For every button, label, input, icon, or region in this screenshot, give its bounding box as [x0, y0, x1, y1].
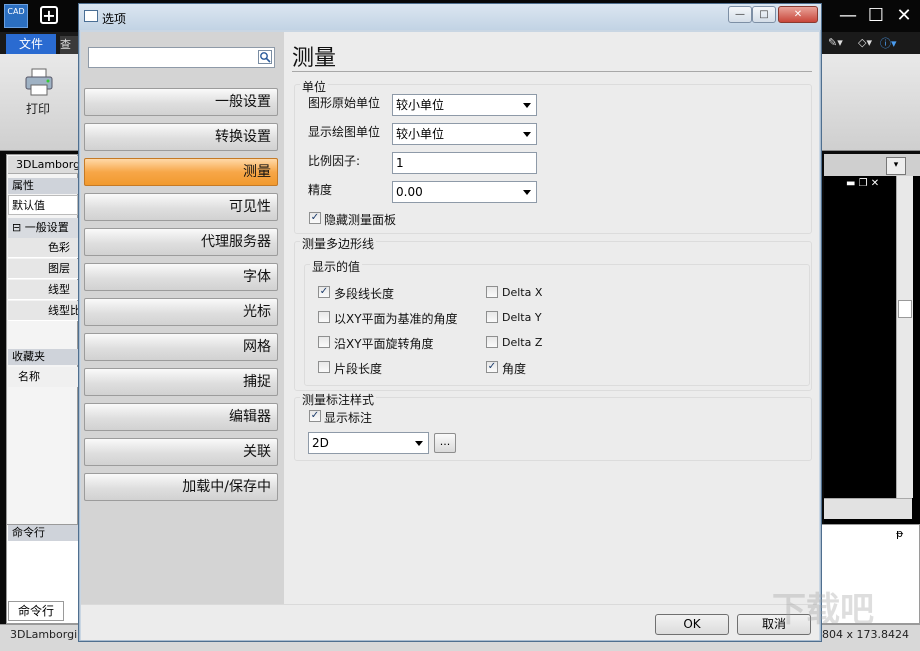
- nav-editor[interactable]: 编辑器: [84, 403, 278, 431]
- property-item[interactable]: 色彩: [8, 238, 78, 258]
- original-unit-label: 图形原始单位: [308, 96, 381, 110]
- help-icon[interactable]: ⓘ▾: [880, 35, 897, 51]
- precision-label: 精度: [308, 183, 333, 197]
- properties-selector[interactable]: 默认值: [8, 195, 78, 215]
- options-search-input[interactable]: [88, 47, 275, 68]
- close-icon[interactable]: ✕: [894, 6, 914, 26]
- annotation-style-browse-button[interactable]: ...: [434, 433, 456, 453]
- xy-rotation-checkbox[interactable]: [318, 336, 330, 348]
- document-tab[interactable]: 3DLamborg: [8, 156, 78, 174]
- original-unit-value: 较小单位: [396, 98, 445, 112]
- delta-x-checkbox[interactable]: [486, 286, 498, 298]
- watermark: 下载吧: [772, 590, 874, 630]
- dialog-window-icon: [84, 10, 98, 22]
- scale-label: 比例因子:: [308, 154, 361, 168]
- delta-y-label: Delta Y: [502, 311, 542, 324]
- arrow-icon[interactable]: ◇▾: [858, 36, 872, 49]
- dialog-title: 选项: [102, 12, 127, 26]
- xy-angle-checkbox[interactable]: [318, 311, 330, 323]
- annotation-style-value: 2D: [312, 436, 329, 450]
- delta-y-checkbox[interactable]: [486, 311, 498, 323]
- segment-length-label: 片段长度: [334, 362, 383, 376]
- display-unit-label: 显示绘图单位: [308, 125, 381, 139]
- maximize-icon[interactable]: ☐: [866, 6, 886, 26]
- style-icon[interactable]: ✎▾: [828, 36, 843, 49]
- dialog-titlebar[interactable]: [79, 4, 821, 30]
- tab-second[interactable]: 查: [60, 36, 78, 54]
- page-title: 测量: [292, 46, 337, 71]
- nav-grid[interactable]: 网格: [84, 333, 278, 361]
- tab-file[interactable]: 文件: [6, 34, 56, 54]
- command-tab[interactable]: 命令行: [8, 601, 64, 621]
- pin-icon[interactable]: ᵽ: [896, 527, 903, 540]
- nav-measure[interactable]: 测量: [84, 158, 278, 186]
- status-file: 3DLamborgi: [10, 628, 78, 641]
- ribbon-right-tools: ✎▾ ◇▾ ⓘ▾: [824, 34, 920, 54]
- dialog-close-button[interactable]: ✕: [778, 6, 818, 23]
- app-logo-text: CAD: [7, 7, 25, 16]
- polyline-length-label: 多段线长度: [334, 287, 395, 301]
- scrollbar-thumb[interactable]: [898, 300, 912, 318]
- app-logo[interactable]: CAD: [4, 4, 28, 28]
- command-header: 命令行: [8, 525, 78, 541]
- polyline-length-checkbox[interactable]: ✓: [318, 286, 330, 298]
- nav-cursor[interactable]: 光标: [84, 298, 278, 326]
- units-group-title: 单位: [300, 78, 329, 95]
- nav-proxy[interactable]: 代理服务器: [84, 228, 278, 256]
- favorites-name-column[interactable]: 名称: [8, 367, 78, 387]
- horizontal-scrollbar[interactable]: [824, 498, 912, 519]
- display-values-title: 显示的值: [310, 258, 363, 275]
- show-annotation-label: 显示标注: [324, 411, 373, 425]
- nav-association[interactable]: 关联: [84, 438, 278, 466]
- xy-angle-label: 以XY平面为基准的角度: [334, 312, 458, 326]
- nav-snap[interactable]: 捕捉: [84, 368, 278, 396]
- angle-checkbox[interactable]: ✓: [486, 361, 498, 373]
- delta-x-label: Delta X: [502, 286, 543, 299]
- show-annotation-checkbox[interactable]: ✓: [309, 410, 321, 422]
- vertical-scrollbar[interactable]: [896, 176, 913, 498]
- printer-icon[interactable]: [24, 68, 54, 96]
- precision-select[interactable]: 0.00: [392, 181, 537, 203]
- chevron-down-icon: [415, 441, 423, 446]
- hide-panel-checkbox[interactable]: ✓: [309, 212, 321, 224]
- dropdown-icon[interactable]: ▾: [886, 157, 906, 175]
- chevron-down-icon: [523, 132, 531, 137]
- precision-value: 0.00: [396, 185, 423, 199]
- chevron-down-icon: [523, 103, 531, 108]
- nav-fonts[interactable]: 字体: [84, 263, 278, 291]
- annotation-style-select[interactable]: 2D: [308, 432, 429, 454]
- property-item[interactable]: 图层: [8, 259, 78, 279]
- delta-z-label: Delta Z: [502, 336, 543, 349]
- minimize-icon[interactable]: —: [838, 6, 858, 26]
- segment-length-checkbox[interactable]: [318, 361, 330, 373]
- original-unit-select[interactable]: 较小单位: [392, 94, 537, 116]
- search-icon[interactable]: [258, 50, 272, 64]
- nav-general[interactable]: 一般设置: [84, 88, 278, 116]
- property-item[interactable]: 线型比: [8, 301, 78, 321]
- nav-visibility[interactable]: 可见性: [84, 193, 278, 221]
- xy-rotation-label: 沿XY平面旋转角度: [334, 337, 434, 351]
- nav-load-save[interactable]: 加载中/保存中: [84, 473, 278, 501]
- dialog-minimize-button[interactable]: —: [728, 6, 752, 23]
- scale-input[interactable]: 1: [392, 152, 537, 174]
- display-unit-select[interactable]: 较小单位: [392, 123, 537, 145]
- chevron-down-icon: [523, 190, 531, 195]
- title-divider: [292, 71, 812, 72]
- annotation-group-title: 测量标注样式: [300, 391, 377, 408]
- print-label[interactable]: 打印: [26, 100, 50, 117]
- display-unit-value: 较小单位: [396, 127, 445, 141]
- property-item[interactable]: 线型: [8, 280, 78, 300]
- hide-panel-label: 隐藏测量面板: [324, 213, 397, 227]
- nav-conversion[interactable]: 转换设置: [84, 123, 278, 151]
- properties-group[interactable]: ⊟ 一般设置: [8, 218, 78, 238]
- viewport-controls-icon[interactable]: ▬ ❐ ✕: [846, 178, 879, 189]
- polyline-group-title: 测量多边形线: [300, 235, 377, 252]
- favorites-header: 收藏夹: [8, 349, 78, 365]
- properties-header: 属性: [8, 178, 78, 194]
- delta-z-checkbox[interactable]: [486, 336, 498, 348]
- dialog-maximize-button[interactable]: □: [752, 6, 776, 23]
- new-tab-icon[interactable]: +: [40, 6, 58, 24]
- ok-button[interactable]: OK: [655, 614, 729, 635]
- angle-label: 角度: [502, 362, 527, 376]
